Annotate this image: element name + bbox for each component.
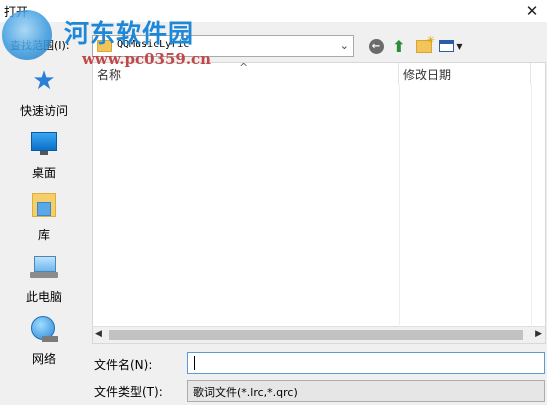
computer-icon (28, 252, 60, 282)
horizontal-scrollbar[interactable]: ◀ ▶ (93, 326, 545, 343)
sidebar-item-label: 快速访问 (19, 104, 68, 118)
filetype-label: 文件类型(T): (94, 385, 163, 399)
column-divider (531, 85, 532, 325)
look-in-value: QQMusicLyric (117, 39, 190, 50)
star-icon: ★ (32, 66, 56, 96)
filetype-select[interactable]: 歌词文件(*.lrc,*.qrc) (187, 380, 545, 402)
chevron-down-icon[interactable]: ⌄ (340, 39, 349, 52)
column-divider (399, 85, 400, 325)
column-header-label: 修改日期 (403, 68, 452, 82)
back-button[interactable]: ← (368, 36, 384, 56)
new-folder-button[interactable]: ✳ (414, 35, 435, 56)
look-in-label: 查找范围(I): (10, 39, 70, 52)
view-menu-button[interactable]: ▼ (438, 36, 464, 56)
navigation-sidebar: ★ 快速访问 桌面 库 此电脑 网络 (0, 62, 88, 372)
view-menu-icon (439, 40, 455, 52)
scroll-left-icon[interactable]: ◀ (95, 329, 102, 339)
dropdown-arrow-icon: ▼ (456, 41, 463, 51)
filename-label: 文件名(N): (94, 358, 153, 372)
sidebar-item-label: 此电脑 (25, 290, 62, 304)
sidebar-item-quick-access[interactable]: ★ 快速访问 (0, 66, 88, 122)
look-in-dropdown[interactable]: QQMusicLyric ⌄ (92, 35, 354, 57)
folder-icon (97, 40, 112, 52)
sidebar-item-desktop[interactable]: 桌面 (0, 128, 88, 184)
scroll-right-icon[interactable]: ▶ (535, 329, 542, 339)
up-folder-button[interactable]: ⬆ (390, 36, 408, 56)
sidebar-item-library[interactable]: 库 (0, 190, 88, 246)
sidebar-item-label: 桌面 (31, 166, 56, 180)
column-header-label: 名称 (97, 68, 122, 82)
up-folder-icon: ⬆ (392, 36, 406, 56)
text-caret (194, 356, 195, 370)
sort-ascending-icon: ^ (239, 61, 249, 74)
filename-input[interactable] (187, 352, 545, 374)
desktop-icon (28, 128, 60, 158)
sidebar-item-this-pc[interactable]: 此电脑 (0, 252, 88, 308)
close-button[interactable]: ✕ (517, 0, 547, 22)
column-header-extra[interactable] (531, 63, 545, 85)
library-icon (28, 190, 60, 220)
network-icon (28, 314, 60, 344)
file-list[interactable]: 名称 ^ 修改日期 ◀ ▶ (92, 61, 546, 344)
title-bar: 打开 ✕ (0, 0, 547, 22)
window-title: 打开 (4, 5, 29, 19)
sidebar-item-network[interactable]: 网络 (0, 314, 88, 370)
column-header-date-modified[interactable]: 修改日期 (399, 63, 531, 85)
column-header-name[interactable]: 名称 ^ (93, 61, 399, 85)
back-icon: ← (368, 38, 384, 54)
sidebar-item-label: 网络 (31, 352, 56, 366)
sidebar-item-label: 库 (37, 228, 50, 242)
scrollbar-thumb[interactable] (109, 330, 523, 340)
new-folder-icon: ✳ (416, 35, 435, 53)
